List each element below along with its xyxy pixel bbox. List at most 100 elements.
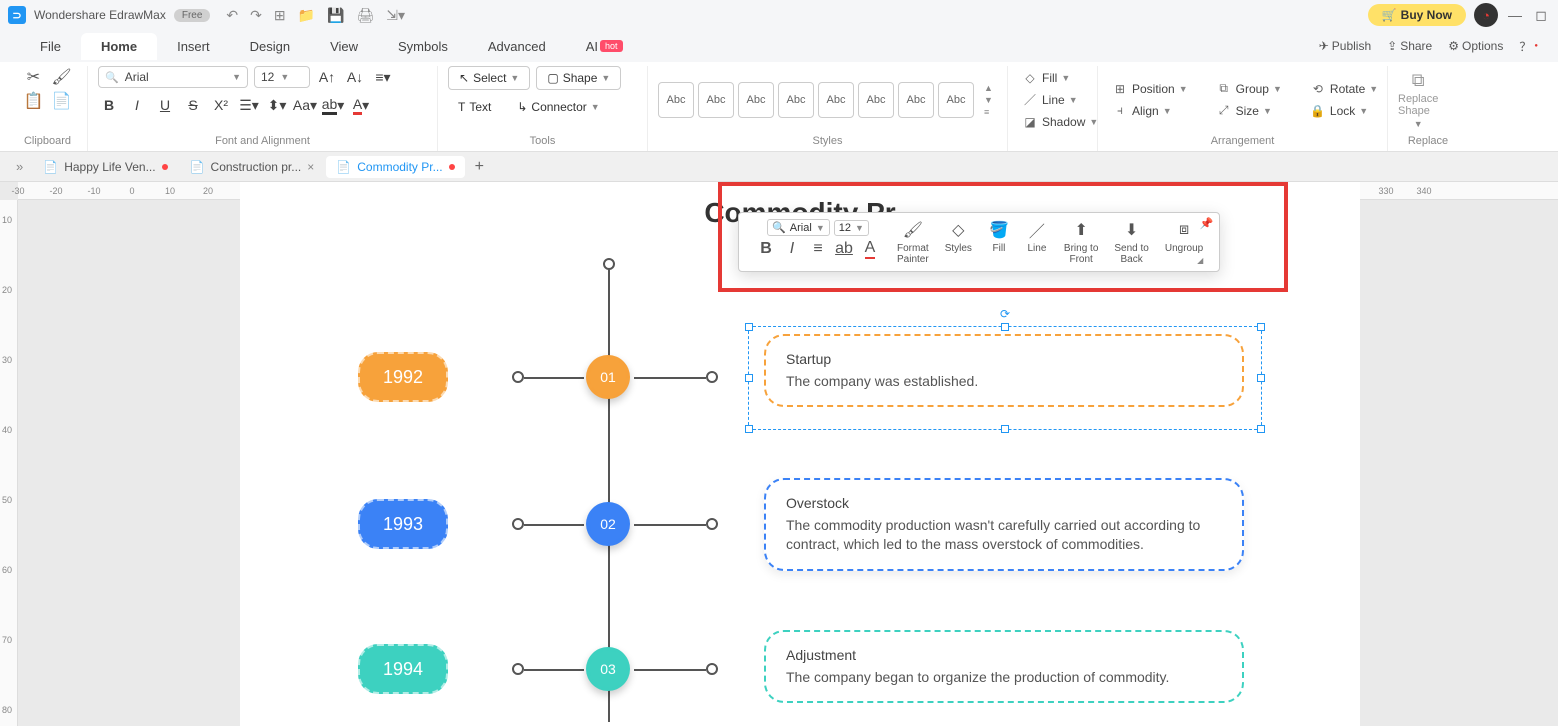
desc-box-3[interactable]: Adjustment The company began to organize… [764, 630, 1244, 703]
style-preset[interactable]: Abc [938, 82, 974, 118]
line-spacing-icon[interactable]: ⬍▾ [266, 94, 288, 116]
bold-icon[interactable]: B [98, 94, 120, 116]
float-font-select[interactable]: 🔍Arial▼ [767, 219, 830, 236]
pin-icon[interactable]: 📌 [1200, 217, 1214, 230]
year-pill-2[interactable]: 1993 [358, 499, 448, 549]
copy-icon[interactable]: 📋 [23, 90, 45, 112]
resize-handle[interactable] [1001, 323, 1009, 331]
new-tab-button[interactable]: + [467, 154, 492, 180]
float-styles[interactable]: ◇Styles [939, 219, 978, 254]
shape-tool[interactable]: ▢ Shape ▼ [536, 66, 621, 90]
doc-tab-1[interactable]: 📄Happy Life Ven... [33, 156, 177, 178]
buy-now-button[interactable]: Buy Now [1368, 4, 1466, 26]
style-preset[interactable]: Abc [858, 82, 894, 118]
increase-font-icon[interactable]: A↑ [316, 66, 338, 88]
export-icon[interactable]: ⇲▾ [386, 7, 405, 24]
style-preset[interactable]: Abc [658, 82, 694, 118]
cut-icon[interactable]: ✂ [23, 66, 45, 88]
share-button[interactable]: ⇪ Share [1387, 39, 1432, 53]
superscript-icon[interactable]: X² [210, 94, 232, 116]
float-bring-front[interactable]: ⬆Bring to Front [1058, 219, 1104, 265]
menu-home[interactable]: Home [81, 33, 157, 60]
gallery-down-icon[interactable]: ▼ [984, 95, 993, 105]
float-highlight-icon[interactable]: ab [833, 238, 855, 260]
publish-button[interactable]: ✈ Publish [1319, 39, 1371, 53]
align-dropdown-icon[interactable]: ≡▾ [372, 66, 394, 88]
float-size-select[interactable]: 12▼ [834, 220, 869, 236]
size-button[interactable]: ⤢Size▼ [1212, 102, 1286, 120]
menu-advanced[interactable]: Advanced [468, 33, 566, 60]
resize-handle[interactable] [1001, 425, 1009, 433]
font-color-icon[interactable]: A▾ [350, 94, 372, 116]
float-format-painter[interactable]: 🖌Format Painter [891, 219, 935, 265]
desc-box-1[interactable]: Startup The company was established. [764, 334, 1244, 407]
float-bold-icon[interactable]: B [755, 238, 777, 260]
resize-handle[interactable] [1257, 425, 1265, 433]
lock-button[interactable]: 🔒Lock▼ [1306, 102, 1382, 120]
doc-tab-2[interactable]: 📄Construction pr...× [180, 156, 325, 178]
save-icon[interactable]: 💾 [327, 7, 344, 24]
desc-box-2[interactable]: Overstock The commodity production wasn'… [764, 478, 1244, 571]
doc-tab-3[interactable]: 📄Commodity Pr... [326, 156, 464, 178]
float-font-color-icon[interactable]: A [859, 238, 881, 260]
gallery-more-icon[interactable]: ≡ [984, 107, 993, 117]
strikethrough-icon[interactable]: S [182, 94, 204, 116]
float-send-back[interactable]: ⬇Send to Back [1108, 219, 1154, 265]
resize-handle[interactable] [1257, 323, 1265, 331]
italic-icon[interactable]: I [126, 94, 148, 116]
style-preset[interactable]: Abc [738, 82, 774, 118]
close-icon[interactable]: × [307, 160, 314, 174]
resize-handle[interactable] [745, 425, 753, 433]
position-button[interactable]: ⊞Position▼ [1108, 80, 1192, 98]
open-icon[interactable]: 📁 [298, 7, 315, 24]
menu-insert[interactable]: Insert [157, 33, 230, 60]
user-avatar-icon[interactable]: ◔ [1474, 3, 1498, 27]
resize-handle[interactable] [745, 374, 753, 382]
step-circle-1[interactable]: 01 [586, 355, 630, 399]
rotate-handle-icon[interactable]: ⟳ [1000, 307, 1010, 321]
format-painter-icon[interactable]: 🖌 [51, 66, 73, 88]
step-circle-2[interactable]: 02 [586, 502, 630, 546]
redo-icon[interactable]: ↷ [250, 7, 262, 24]
page[interactable]: Commodity Pr 1992 01 Startup The company… [240, 182, 1360, 726]
year-pill-3[interactable]: 1994 [358, 644, 448, 694]
resize-handle[interactable] [1257, 374, 1265, 382]
menu-symbols[interactable]: Symbols [378, 33, 468, 60]
resize-handle[interactable] [745, 323, 753, 331]
float-fill[interactable]: 🪣Fill [982, 219, 1016, 254]
text-tool[interactable]: T Text [448, 96, 501, 118]
menu-design[interactable]: Design [230, 33, 310, 60]
style-preset[interactable]: Abc [818, 82, 854, 118]
float-line[interactable]: ／Line [1020, 219, 1054, 254]
help-icon[interactable]: ？● [1519, 38, 1538, 55]
year-pill-1[interactable]: 1992 [358, 352, 448, 402]
style-preset[interactable]: Abc [898, 82, 934, 118]
shadow-button[interactable]: ◪Shadow▼ [1018, 113, 1102, 131]
font-name-select[interactable]: Arial▼ [98, 66, 248, 88]
decrease-font-icon[interactable]: A↓ [344, 66, 366, 88]
minimize-button[interactable]: — [1506, 6, 1524, 24]
font-size-select[interactable]: 12▼ [254, 66, 310, 88]
menu-view[interactable]: View [310, 33, 378, 60]
fill-button[interactable]: ◇Fill▼ [1018, 69, 1102, 87]
group-button[interactable]: ⧉Group▼ [1212, 80, 1286, 98]
style-gallery[interactable]: Abc Abc Abc Abc Abc Abc Abc Abc [658, 82, 974, 118]
menu-file[interactable]: File [20, 33, 81, 60]
rotate-button[interactable]: ⟲Rotate▼ [1306, 80, 1382, 98]
style-preset[interactable]: Abc [698, 82, 734, 118]
float-align-icon[interactable]: ≡ [807, 238, 829, 260]
bullet-list-icon[interactable]: ☰▾ [238, 94, 260, 116]
gallery-up-icon[interactable]: ▲ [984, 83, 993, 93]
maximize-button[interactable]: ◻ [1532, 6, 1550, 24]
underline-icon[interactable]: U [154, 94, 176, 116]
step-circle-3[interactable]: 03 [586, 647, 630, 691]
tabs-overflow-icon[interactable]: » [8, 155, 31, 178]
select-tool[interactable]: ↖ Select ▼ [448, 66, 530, 90]
connector-tool[interactable]: ↳ Connector ▼ [507, 96, 609, 118]
line-button[interactable]: ／Line▼ [1018, 91, 1102, 109]
style-preset[interactable]: Abc [778, 82, 814, 118]
new-icon[interactable]: ⊞ [274, 7, 286, 24]
undo-icon[interactable]: ↶ [226, 7, 238, 24]
highlight-icon[interactable]: ab▾ [322, 94, 344, 116]
options-button[interactable]: ⚙ Options [1448, 39, 1503, 53]
